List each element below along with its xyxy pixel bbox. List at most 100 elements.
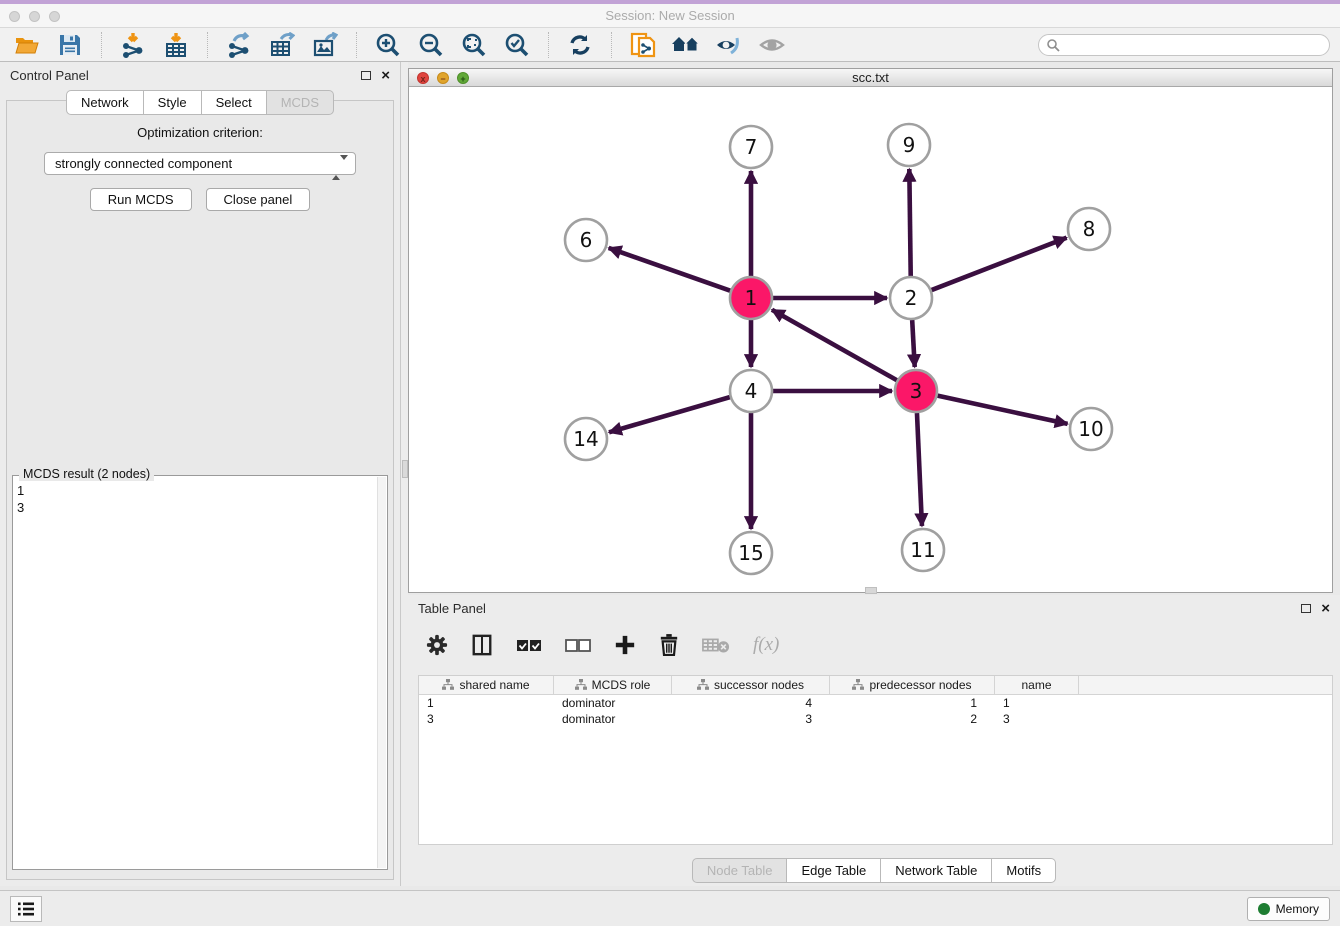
canvas-grip[interactable]	[865, 587, 877, 594]
table-row[interactable]: 1dominator411	[419, 695, 1332, 711]
graph-node-2[interactable]: 2	[890, 277, 932, 319]
float-table-panel-icon[interactable]	[1301, 604, 1311, 613]
zoom-in-button[interactable]	[371, 31, 405, 59]
result-scrollbar[interactable]	[377, 477, 386, 868]
graph-node-9[interactable]: 9	[888, 124, 930, 166]
close-panel-button[interactable]: Close panel	[206, 188, 311, 211]
table-cell[interactable]: 1	[419, 695, 554, 711]
close-table-panel-icon[interactable]: ×	[1321, 601, 1330, 616]
graph-edge-1-6[interactable]	[609, 248, 731, 291]
graph-node-4[interactable]: 4	[730, 370, 772, 412]
show-all-button[interactable]	[755, 31, 789, 59]
table-cell[interactable]: dominator	[554, 711, 672, 727]
graph-node-1[interactable]: 1	[730, 277, 772, 319]
graph-edge-3-1[interactable]	[772, 310, 897, 380]
table-cell[interactable]: 2	[830, 711, 995, 727]
import-network-button[interactable]	[116, 31, 150, 59]
zoom-window-dot[interactable]	[49, 11, 60, 22]
memory-button[interactable]: Memory	[1247, 897, 1330, 921]
graph-node-15[interactable]: 15	[730, 532, 772, 574]
hide-selected-button[interactable]	[712, 31, 746, 59]
criterion-dropdown[interactable]: strongly connected component	[44, 152, 356, 175]
graph-node-7[interactable]: 7	[730, 126, 772, 168]
toolbar-separator	[548, 32, 549, 58]
tab-motifs[interactable]: Motifs	[992, 858, 1056, 883]
import-table-button[interactable]	[159, 31, 193, 59]
float-panel-icon[interactable]	[361, 71, 371, 80]
node-table[interactable]: shared nameMCDS rolesuccessor nodesprede…	[418, 675, 1333, 845]
graph-edge-3-10[interactable]	[937, 396, 1067, 424]
duplicate-network-button[interactable]	[626, 31, 660, 59]
graph-edge-2-3[interactable]	[912, 320, 915, 367]
minimize-window-dot[interactable]	[29, 11, 40, 22]
export-image-button[interactable]	[308, 31, 342, 59]
tab-network-table[interactable]: Network Table	[881, 858, 992, 883]
zoom-fit-button[interactable]	[457, 31, 491, 59]
column-header-successor-nodes[interactable]: successor nodes	[672, 676, 830, 694]
close-panel-icon[interactable]: ×	[381, 68, 390, 83]
graph-node-14[interactable]: 14	[565, 418, 607, 460]
zoom-out-button[interactable]	[414, 31, 448, 59]
graph-node-11[interactable]: 11	[902, 529, 944, 571]
save-session-button[interactable]	[53, 31, 87, 59]
close-view-icon[interactable]: x	[417, 72, 429, 84]
delete-table-icon[interactable]	[702, 636, 730, 654]
run-mcds-button[interactable]: Run MCDS	[90, 188, 192, 211]
graph-node-10[interactable]: 10	[1070, 408, 1112, 450]
table-header-row: shared nameMCDS rolesuccessor nodesprede…	[419, 676, 1332, 695]
network-window-titlebar: x − + scc.txt	[409, 69, 1332, 87]
search-icon	[1046, 38, 1060, 52]
tab-select[interactable]: Select	[202, 90, 267, 115]
table-cell[interactable]: 1	[995, 695, 1079, 711]
graph-node-3[interactable]: 3	[895, 370, 937, 412]
graph-edge-2-9[interactable]	[909, 169, 910, 276]
list-icon	[17, 901, 35, 917]
graph-edge-2-8[interactable]	[932, 238, 1067, 290]
dropdown-stepper-icon	[332, 157, 348, 178]
graph-edge-4-14[interactable]	[609, 397, 730, 432]
table-cell[interactable]: 3	[995, 711, 1079, 727]
delete-row-icon[interactable]	[659, 634, 679, 656]
column-header-shared-name[interactable]: shared name	[419, 676, 554, 694]
close-window-dot[interactable]	[9, 11, 20, 22]
table-cell[interactable]: 3	[672, 711, 830, 727]
column-header-predecessor-nodes[interactable]: predecessor nodes	[830, 676, 995, 694]
graph-edge-3-11[interactable]	[917, 413, 922, 526]
mcds-result-legend: MCDS result (2 nodes)	[19, 467, 154, 481]
table-settings-icon[interactable]	[426, 634, 448, 656]
show-columns-icon[interactable]	[471, 634, 493, 656]
minimize-view-icon[interactable]: −	[437, 72, 449, 84]
search-input[interactable]	[1038, 34, 1330, 56]
column-header-name[interactable]: name	[995, 676, 1079, 694]
maximize-view-icon[interactable]: +	[457, 72, 469, 84]
deselect-all-icon[interactable]	[565, 638, 591, 652]
table-cell[interactable]: 3	[419, 711, 554, 727]
tab-style[interactable]: Style	[144, 90, 202, 115]
export-table-button[interactable]	[265, 31, 299, 59]
refresh-button[interactable]	[563, 31, 597, 59]
svg-text:9: 9	[903, 133, 916, 157]
tab-network[interactable]: Network	[66, 90, 144, 115]
network-canvas[interactable]: 7 9 6 8 1 2 4 3 14 10 15 11	[409, 87, 1332, 592]
criterion-dropdown-value: strongly connected component	[55, 156, 232, 171]
graph-node-6[interactable]: 6	[565, 219, 607, 261]
select-all-icon[interactable]	[516, 638, 542, 652]
table-cell[interactable]: 1	[830, 695, 995, 711]
first-neighbors-button[interactable]	[669, 31, 703, 59]
table-cell[interactable]: dominator	[554, 695, 672, 711]
open-file-button[interactable]	[10, 31, 44, 59]
table-cell[interactable]: 4	[672, 695, 830, 711]
tab-edge-table[interactable]: Edge Table	[787, 858, 881, 883]
function-builder-icon[interactable]: f(x)	[753, 634, 779, 656]
tab-mcds[interactable]: MCDS	[267, 90, 334, 115]
svg-text:6: 6	[580, 228, 593, 252]
tab-node-table[interactable]: Node Table	[692, 858, 788, 883]
task-history-button[interactable]	[10, 896, 42, 922]
export-network-button[interactable]	[222, 31, 256, 59]
graph-node-8[interactable]: 8	[1068, 208, 1110, 250]
add-row-icon[interactable]	[614, 634, 636, 656]
table-row[interactable]: 3dominator323	[419, 711, 1332, 727]
column-header-MCDS-role[interactable]: MCDS role	[554, 676, 672, 694]
panel-splitter[interactable]	[400, 62, 408, 886]
zoom-selected-button[interactable]	[500, 31, 534, 59]
